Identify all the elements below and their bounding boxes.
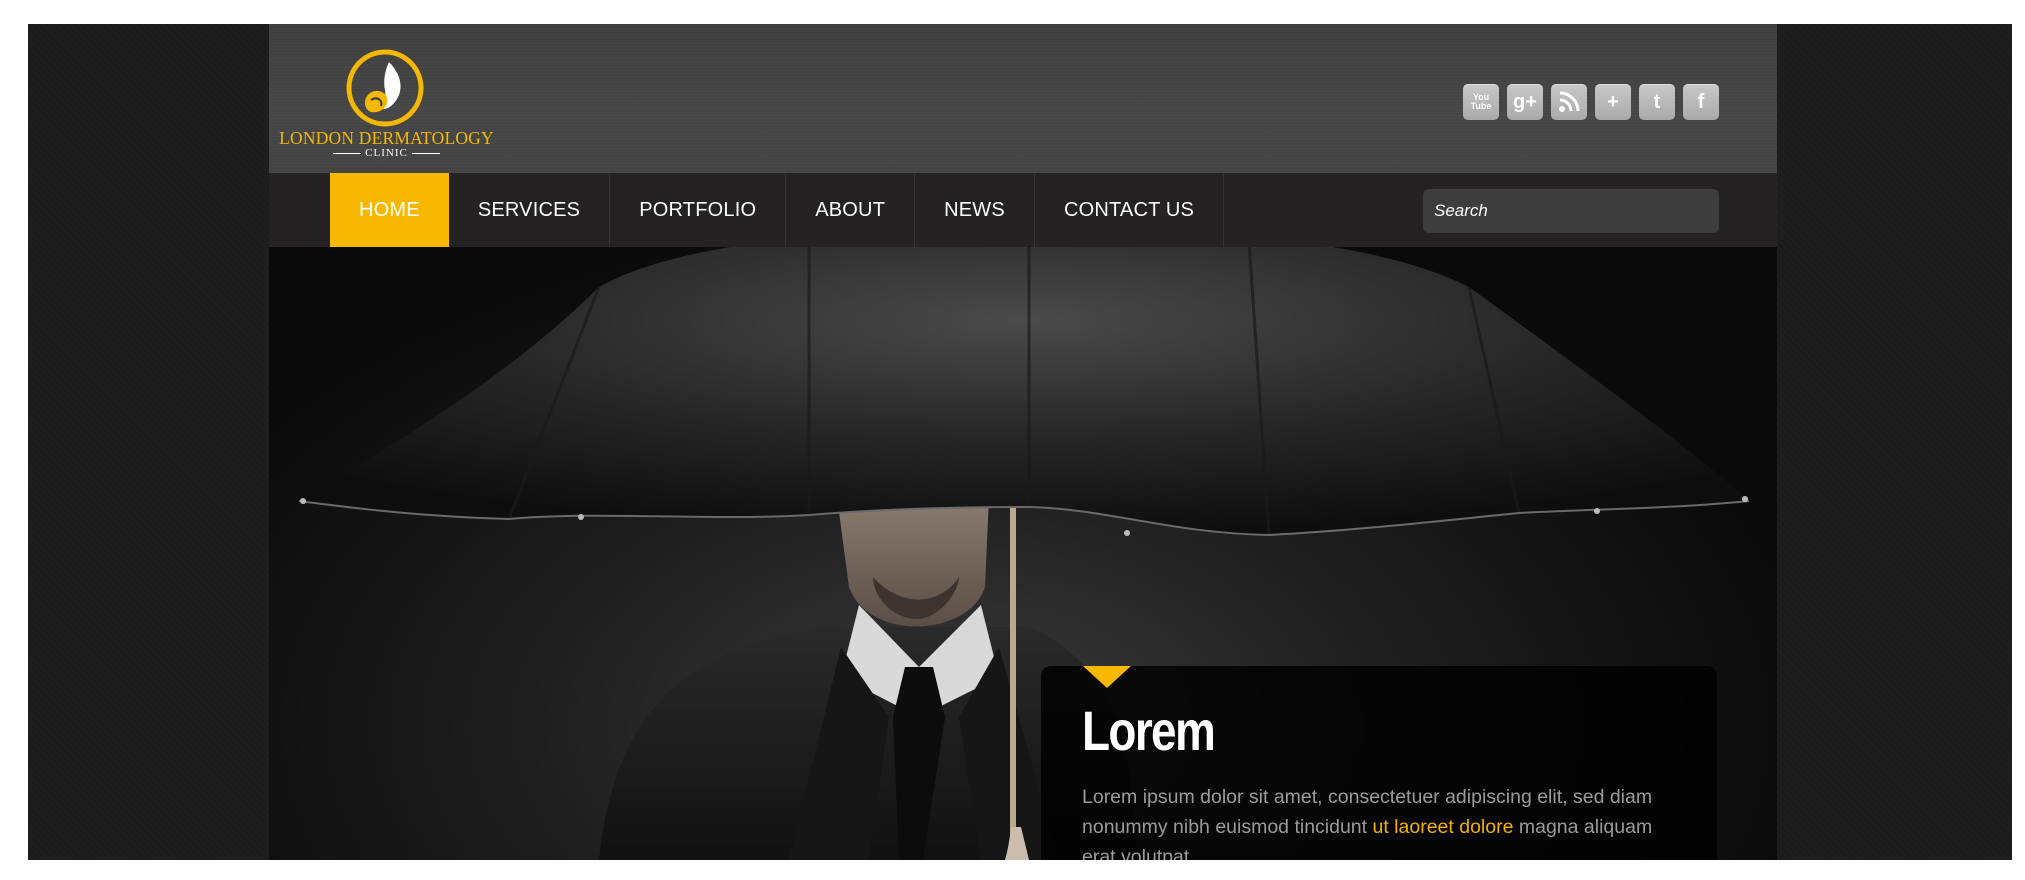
nav-item-about[interactable]: ABOUT xyxy=(786,173,916,247)
caption-arrow-icon xyxy=(1083,666,1131,688)
social-links: You Tube g+ + t f xyxy=(1463,84,1719,120)
plus-icon[interactable]: + xyxy=(1595,84,1631,120)
nav-item-contact-us[interactable]: CONTACT US xyxy=(1035,173,1225,247)
search-input[interactable] xyxy=(1423,189,1719,233)
twitter-icon[interactable]: t xyxy=(1639,84,1675,120)
google-plus-icon[interactable]: g+ xyxy=(1507,84,1543,120)
browser-viewport: LONDON DERMATOLOGY CLINIC You Tube g+ + t… xyxy=(28,24,2012,860)
nav-item-home[interactable]: HOME xyxy=(330,173,449,247)
logo-subtitle: CLINIC xyxy=(279,147,494,159)
site-header: LONDON DERMATOLOGY CLINIC You Tube g+ + t… xyxy=(269,24,1777,173)
main-navigation: HOME SERVICES PORTFOLIO ABOUT NEWS CONTA… xyxy=(269,173,1777,247)
rss-icon[interactable] xyxy=(1551,84,1587,120)
nav-item-services[interactable]: SERVICES xyxy=(449,173,611,247)
site-container: LONDON DERMATOLOGY CLINIC You Tube g+ + t… xyxy=(269,24,1777,860)
clinic-logo[interactable]: LONDON DERMATOLOGY CLINIC xyxy=(279,48,494,159)
logo-emblem-icon xyxy=(346,49,424,127)
caption-title: Lorem xyxy=(1082,699,1216,762)
slide-caption: Lorem Lorem ipsum dolor sit amet, consec… xyxy=(1041,666,1717,860)
caption-text: Lorem ipsum dolor sit amet, consectetuer… xyxy=(1082,786,1653,860)
nav-item-portfolio[interactable]: PORTFOLIO xyxy=(610,173,787,247)
caption-highlight-link[interactable]: ut laoreet dolore xyxy=(1373,816,1514,838)
hero-slider: Lorem Lorem ipsum dolor sit amet, consec… xyxy=(269,247,1777,860)
youtube-icon[interactable]: You Tube xyxy=(1463,84,1499,120)
nav-menu: HOME SERVICES PORTFOLIO ABOUT NEWS CONTA… xyxy=(330,173,1225,247)
nav-item-news[interactable]: NEWS xyxy=(915,173,1035,247)
facebook-icon[interactable]: f xyxy=(1683,84,1719,120)
logo-title: LONDON DERMATOLOGY xyxy=(279,128,494,148)
